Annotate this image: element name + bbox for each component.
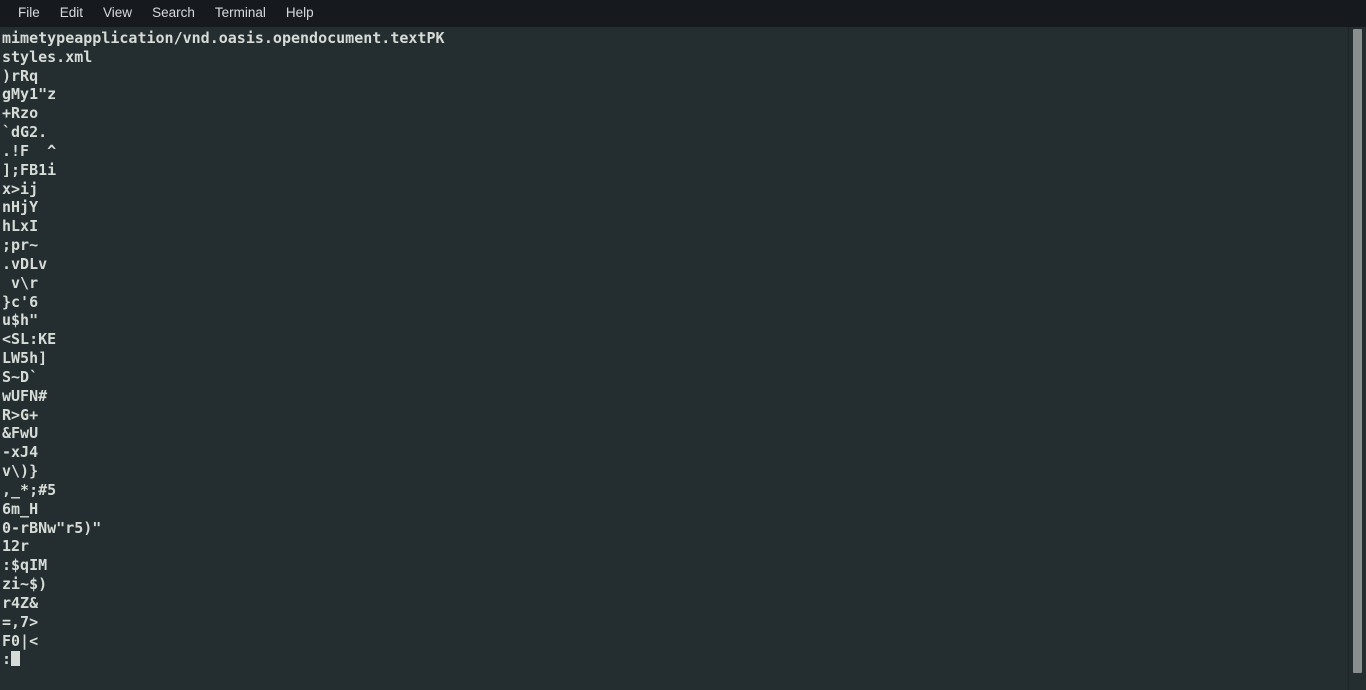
menu-item-terminal[interactable]: Terminal <box>205 3 276 24</box>
terminal-line: S~D` <box>2 367 39 386</box>
terminal-line: zi~$) <box>2 575 48 594</box>
menu-item-file[interactable]: File <box>8 3 50 24</box>
terminal-line: =,7> <box>2 612 39 631</box>
terminal-line: -xJ4 <box>2 443 39 462</box>
terminal-line: ;pr~ <box>2 236 39 255</box>
terminal-line: 12r <box>2 537 30 556</box>
terminal-line: LW5h] <box>2 349 48 368</box>
terminal-line: 6m_H <box>2 499 39 518</box>
terminal-line: gMy1"z <box>2 85 57 104</box>
terminal-line: v\)} <box>2 462 39 481</box>
terminal-line: styles.xml <box>2 47 93 66</box>
scrollbar-thumb[interactable] <box>1353 29 1362 673</box>
terminal-line: nHjY <box>2 198 39 217</box>
terminal-line: <SL:KE <box>2 330 57 349</box>
terminal-window: File Edit View Search Terminal Help mime… <box>0 0 1366 690</box>
terminal-cursor <box>11 651 21 667</box>
terminal-body[interactable]: mimetypeapplication/vnd.oasis.opendocume… <box>0 27 1366 690</box>
terminal-line: u$h" <box>2 311 39 330</box>
terminal-line: x>ij <box>2 179 39 198</box>
terminal-line: hLxI <box>2 217 39 236</box>
terminal-line: }c'6 <box>2 292 39 311</box>
terminal-line: &FwU <box>2 424 39 443</box>
terminal-line: )rRq <box>2 66 39 85</box>
terminal-line: :$qIM <box>2 556 48 575</box>
menu-item-view[interactable]: View <box>93 3 142 24</box>
terminal-line: mimetypeapplication/vnd.oasis.opendocume… <box>2 29 445 47</box>
terminal-line: wUFN# <box>2 386 48 405</box>
menu-item-search[interactable]: Search <box>142 3 205 24</box>
menu-item-help[interactable]: Help <box>276 3 324 24</box>
terminal-line: .vDLv <box>2 254 48 273</box>
terminal-prompt-text: : <box>2 650 12 669</box>
terminal-line: 0-rBNw"r5)" <box>2 518 102 537</box>
menu-bar: File Edit View Search Terminal Help <box>0 0 1366 27</box>
terminal-line: ,_*;#5 <box>2 480 57 499</box>
menu-item-edit[interactable]: Edit <box>50 3 93 24</box>
terminal-line: ];FB1i <box>2 160 57 179</box>
terminal-line: r4Z& <box>2 593 39 612</box>
terminal-line: `dG2. <box>2 123 48 142</box>
terminal-line: .!F ^ <box>2 141 57 160</box>
terminal-prompt-line: : <box>2 650 1348 669</box>
vertical-scrollbar[interactable] <box>1348 27 1366 690</box>
terminal-line: F0|< <box>2 631 39 650</box>
terminal-line: +Rzo <box>2 104 39 123</box>
terminal-line: R>G+ <box>2 405 39 424</box>
terminal-output[interactable]: mimetypeapplication/vnd.oasis.opendocume… <box>0 27 1348 690</box>
terminal-line: v\r <box>2 273 39 292</box>
